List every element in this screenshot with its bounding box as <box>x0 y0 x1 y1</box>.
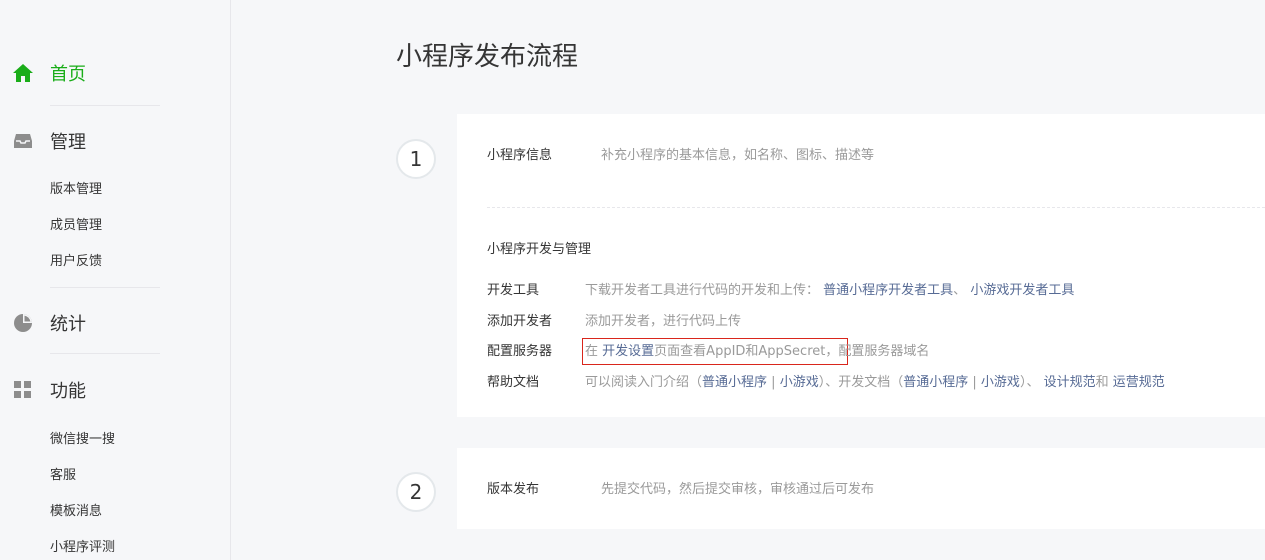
separator: 、 <box>953 283 967 298</box>
configure-server-desc: 在 开发设置页面查看AppID和AppSecret，配置服务器域名 <box>585 343 929 361</box>
server-mid-text: 页面查看AppID和AppSecret， <box>654 344 839 359</box>
nav-wechat-search[interactable]: 微信搜一搜 <box>50 431 115 449</box>
step2-card: 版本发布 先提交代码，然后提交审核，审核通过后可发布 <box>457 448 1265 529</box>
add-developer-label: 添加开发者 <box>487 314 553 329</box>
divider-bar: | <box>972 375 977 390</box>
nav-template-message[interactable]: 模板消息 <box>50 503 102 521</box>
server-pre-text: 在 <box>585 344 599 359</box>
nav-stats[interactable]: 统计 <box>12 309 86 337</box>
grid-icon <box>12 379 34 401</box>
intro-mini-program-link[interactable]: 普通小程序 <box>702 375 767 390</box>
help-docs-label: 帮助文档 <box>487 375 540 390</box>
home-icon <box>12 62 34 84</box>
mini-program-devtools-link[interactable]: 普通小程序开发者工具 <box>823 283 953 298</box>
nav-home-label: 首页 <box>50 64 86 85</box>
minigame-devtools-link[interactable]: 小游戏开发者工具 <box>970 283 1074 298</box>
page-title: 小程序发布流程 <box>396 42 579 72</box>
step-number-2: 2 <box>396 472 436 512</box>
dev-section-title: 小程序开发与管理 <box>487 242 592 257</box>
version-release-label: 版本发布 <box>487 482 540 497</box>
docs-minigame-link[interactable]: 小游戏 <box>981 375 1020 390</box>
mini-program-info-label: 小程序信息 <box>487 148 553 163</box>
nav-divider <box>50 287 160 288</box>
dev-settings-link[interactable]: 开发设置 <box>602 344 654 359</box>
design-guidelines-link[interactable]: 设计规范 <box>1044 375 1096 390</box>
help-text-1: 可以阅读入门介绍（ <box>585 375 703 390</box>
nav-manage-label: 管理 <box>50 132 86 153</box>
nav-divider <box>50 105 160 106</box>
nav-customer-service[interactable]: 客服 <box>50 467 76 485</box>
nav-features-label: 功能 <box>50 381 86 402</box>
help-docs-desc: 可以阅读入门介绍（普通小程序 | 小游戏）、开发文档（普通小程序 | 小游戏）、… <box>585 374 1165 392</box>
mini-program-info-desc: 补充小程序的基本信息，如名称、图标、描述等 <box>601 148 875 163</box>
docs-mini-program-link[interactable]: 普通小程序 <box>903 375 968 390</box>
pie-chart-icon <box>12 312 34 334</box>
configure-server-label: 配置服务器 <box>487 344 553 359</box>
sidebar: 首页 管理 版本管理 成员管理 用户反馈 统计 功能 微信搜一搜 客服 模板消息… <box>0 0 231 560</box>
add-developer-desc: 添加开发者，进行代码上传 <box>585 314 742 329</box>
server-post-text: 配置服务器域名 <box>838 344 930 359</box>
section-divider <box>487 207 1265 208</box>
intro-minigame-link[interactable]: 小游戏 <box>780 375 819 390</box>
nav-divider <box>50 353 160 354</box>
nav-member-manage[interactable]: 成员管理 <box>50 217 102 235</box>
nav-user-feedback[interactable]: 用户反馈 <box>50 253 102 271</box>
nav-manage[interactable]: 管理 <box>12 127 86 155</box>
divider-bar: | <box>771 375 776 390</box>
help-text-2: ）、开发文档（ <box>818 375 904 390</box>
nav-home[interactable]: 首页 <box>12 59 86 87</box>
nav-version-manage[interactable]: 版本管理 <box>50 181 102 199</box>
nav-stats-label: 统计 <box>50 314 86 335</box>
nav-mini-program-review[interactable]: 小程序评测 <box>50 539 115 557</box>
dev-tools-text: 下载开发者工具进行代码的开发和上传： <box>585 283 820 298</box>
nav-features[interactable]: 功能 <box>12 376 86 404</box>
operation-guidelines-link[interactable]: 运营规范 <box>1113 375 1165 390</box>
dev-tools-desc: 下载开发者工具进行代码的开发和上传： 普通小程序开发者工具、 小游戏开发者工具 <box>585 282 1074 300</box>
step-number-1: 1 <box>396 139 436 179</box>
version-release-desc: 先提交代码，然后提交审核，审核通过后可发布 <box>601 482 875 497</box>
help-text-3: ）、 <box>1019 375 1040 390</box>
help-text-4: 和 <box>1095 375 1109 390</box>
inbox-icon <box>12 130 34 152</box>
step1-card: 小程序信息 补充小程序的基本信息，如名称、图标、描述等 小程序开发与管理 开发工… <box>457 114 1265 417</box>
dev-tools-label: 开发工具 <box>487 283 540 298</box>
